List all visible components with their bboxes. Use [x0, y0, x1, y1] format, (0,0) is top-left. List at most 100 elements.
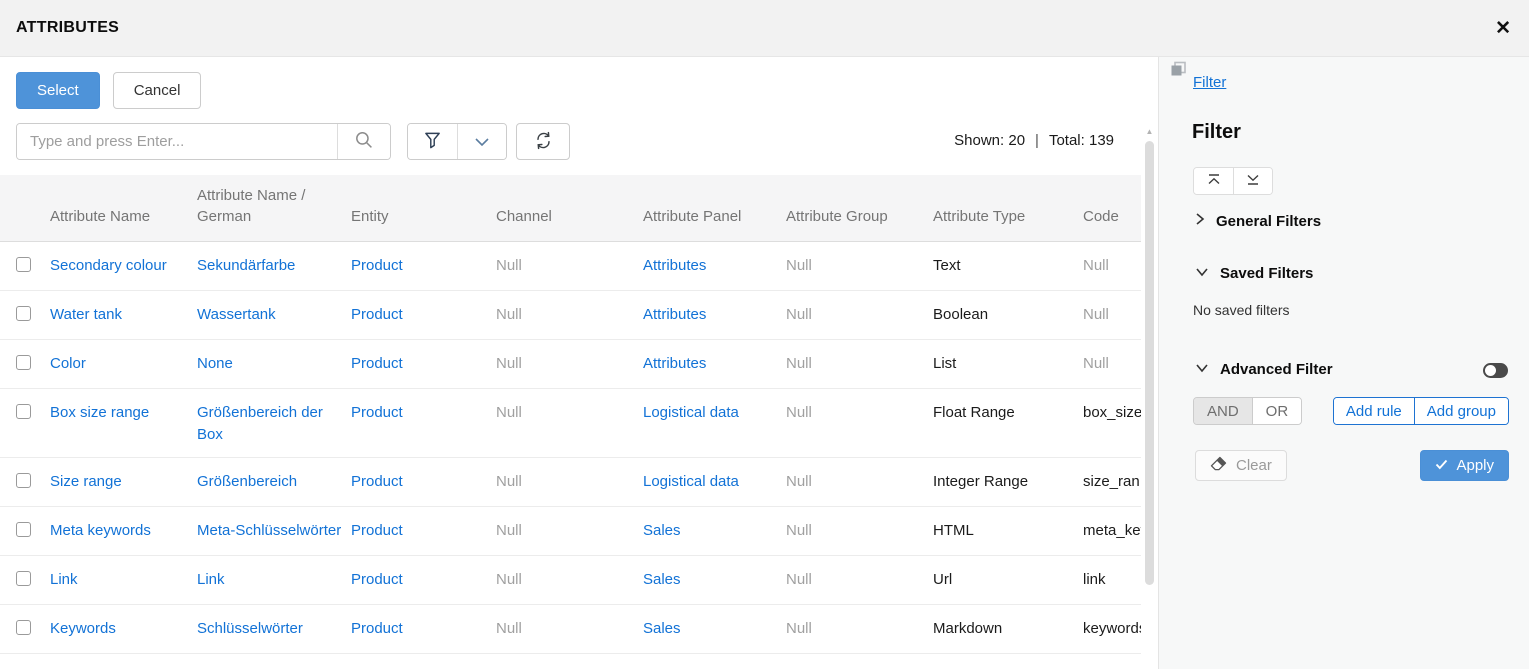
cell-link[interactable]: Sales: [643, 522, 681, 539]
scrollbar-thumb[interactable]: [1145, 141, 1154, 585]
column-header[interactable]: Entity: [351, 175, 496, 241]
row-checkbox[interactable]: [16, 473, 31, 488]
eraser-icon: [1210, 456, 1227, 475]
table-body: Secondary colour Sekundärfarbe Product N…: [0, 241, 1141, 653]
section-advanced-filter[interactable]: Advanced Filter: [1195, 360, 1333, 378]
cell-value: Float Range: [933, 404, 1015, 421]
table-row: Secondary colour Sekundärfarbe Product N…: [0, 241, 1141, 290]
cell-link[interactable]: Keywords: [50, 620, 116, 637]
cell-link[interactable]: Secondary colour: [50, 257, 167, 274]
search-input[interactable]: [17, 124, 337, 159]
cell-value: Null: [786, 355, 812, 372]
cell-link[interactable]: Link: [197, 571, 225, 588]
row-checkbox[interactable]: [16, 306, 31, 321]
cell-link[interactable]: Sekundärfarbe: [197, 257, 295, 274]
cell-link[interactable]: Product: [351, 257, 403, 274]
cell-link[interactable]: Product: [351, 620, 403, 637]
clear-label: Clear: [1236, 457, 1272, 474]
cell-link[interactable]: Attributes: [643, 257, 706, 274]
panel-window-icon: [1170, 61, 1187, 83]
cell-link[interactable]: Meta keywords: [50, 522, 151, 539]
cell-link[interactable]: Product: [351, 473, 403, 490]
section-label: Saved Filters: [1220, 265, 1313, 282]
column-header[interactable]: Code: [1083, 175, 1141, 241]
expand-all-button[interactable]: [1233, 168, 1272, 194]
row-checkbox[interactable]: [16, 571, 31, 586]
refresh-button[interactable]: [516, 123, 570, 160]
cell-value: Null: [496, 571, 522, 588]
cell-link[interactable]: Product: [351, 404, 403, 421]
filter-link[interactable]: Filter: [1193, 74, 1226, 91]
table-header-row: Attribute Name Attribute Name / German E…: [0, 175, 1141, 241]
row-checkbox[interactable]: [16, 620, 31, 635]
vertical-scrollbar[interactable]: ▲: [1143, 125, 1156, 669]
close-icon[interactable]: ✕: [1495, 19, 1511, 38]
cell-link[interactable]: Attributes: [643, 355, 706, 372]
cell-link[interactable]: Logistical data: [643, 404, 739, 421]
cell-link[interactable]: Product: [351, 355, 403, 372]
cell-value: Null: [496, 355, 522, 372]
select-button[interactable]: Select: [16, 72, 100, 109]
cancel-button[interactable]: Cancel: [113, 72, 202, 109]
cell-link[interactable]: Color: [50, 355, 86, 372]
cell-link[interactable]: Schlüsselwörter: [197, 620, 303, 637]
collapse-all-button[interactable]: [1194, 168, 1233, 194]
no-saved-filters-text: No saved filters: [1193, 302, 1289, 318]
row-checkbox[interactable]: [16, 522, 31, 537]
cell-link[interactable]: Water tank: [50, 306, 122, 323]
clear-button[interactable]: Clear: [1195, 450, 1287, 481]
cell-link[interactable]: Product: [351, 306, 403, 323]
filter-dropdown-button[interactable]: [457, 124, 506, 159]
row-checkbox[interactable]: [16, 404, 31, 419]
apply-button[interactable]: Apply: [1420, 450, 1509, 481]
table-row: Color None Product Null Attributes Null …: [0, 339, 1141, 388]
cell-value: Null: [786, 571, 812, 588]
cell-link[interactable]: Product: [351, 522, 403, 539]
row-checkbox[interactable]: [16, 355, 31, 370]
column-header[interactable]: Attribute Panel: [643, 175, 786, 241]
cell-link[interactable]: Größenbereich: [197, 473, 297, 490]
count-separator: |: [1035, 132, 1039, 149]
cell-link[interactable]: None: [197, 355, 233, 372]
cell-link[interactable]: Box size range: [50, 404, 149, 421]
header-checkbox-cell: [0, 175, 50, 241]
cell-link[interactable]: Sales: [643, 620, 681, 637]
cell-link[interactable]: Link: [50, 571, 78, 588]
filter-panel: Filter Filter General Filters: [1158, 57, 1529, 669]
cell-link[interactable]: Product: [351, 571, 403, 588]
advanced-filter-toggle[interactable]: [1483, 363, 1508, 378]
section-saved-filters[interactable]: Saved Filters: [1195, 264, 1313, 282]
or-button[interactable]: OR: [1252, 398, 1302, 424]
cell-value: Null: [496, 306, 522, 323]
cell-link[interactable]: Sales: [643, 571, 681, 588]
column-header[interactable]: Attribute Group: [786, 175, 933, 241]
result-count: Shown: 20|Total: 139: [954, 132, 1114, 149]
search-group: [16, 123, 391, 160]
cell-value: meta_key: [1083, 522, 1141, 539]
list-area: Select Cancel: [0, 57, 1158, 669]
cell-link[interactable]: Size range: [50, 473, 122, 490]
cell-link[interactable]: Logistical data: [643, 473, 739, 490]
cell-value: Null: [786, 404, 812, 421]
cell-link[interactable]: Wassertank: [197, 306, 276, 323]
cell-link[interactable]: Größenbereich der Box: [197, 404, 323, 443]
scroll-up-arrow-icon[interactable]: ▲: [1143, 125, 1156, 136]
column-header[interactable]: Attribute Name: [50, 175, 197, 241]
search-icon: [354, 130, 374, 153]
cell-link[interactable]: Attributes: [643, 306, 706, 323]
filter-split-button: [407, 123, 507, 160]
search-button[interactable]: [337, 124, 390, 159]
section-label: Advanced Filter: [1220, 361, 1333, 378]
add-group-button[interactable]: Add group: [1414, 398, 1508, 424]
cell-value: Null: [1083, 257, 1109, 274]
column-header[interactable]: Attribute Name / German: [197, 175, 351, 241]
section-general-filters[interactable]: General Filters: [1195, 212, 1321, 231]
table-row: Link Link Product Null Sales Null Url li…: [0, 555, 1141, 604]
add-rule-button[interactable]: Add rule: [1334, 398, 1414, 424]
row-checkbox[interactable]: [16, 257, 31, 272]
cell-link[interactable]: Meta-Schlüsselwörter: [197, 522, 341, 539]
column-header[interactable]: Channel: [496, 175, 643, 241]
column-header[interactable]: Attribute Type: [933, 175, 1083, 241]
and-button[interactable]: AND: [1194, 398, 1252, 424]
filter-funnel-button[interactable]: [408, 124, 457, 159]
